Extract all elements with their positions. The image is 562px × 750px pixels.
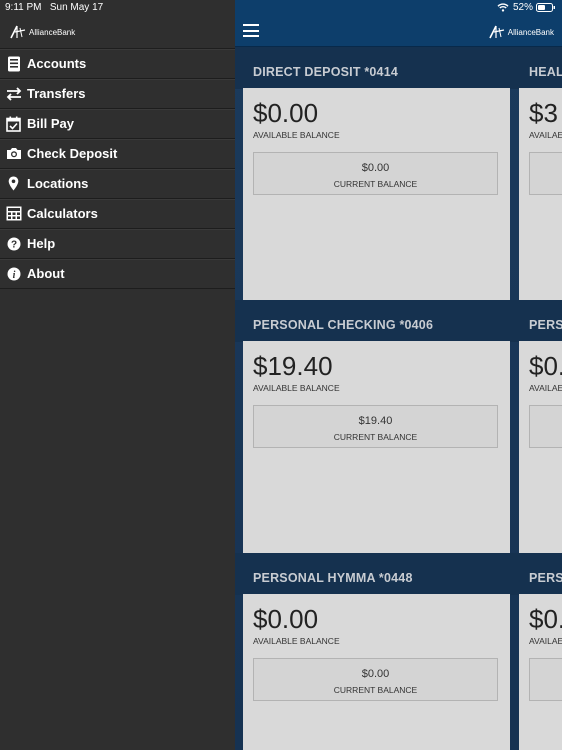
menu-item-transfers[interactable]: Transfers (0, 79, 235, 109)
help-icon: ? (0, 229, 27, 259)
calendar-icon (0, 109, 27, 139)
available-balance-amount: $0.00 (253, 98, 319, 128)
menu-item-calculators[interactable]: Calculators (0, 199, 235, 229)
hamburger-menu-button[interactable] (243, 24, 259, 37)
current-balance-box: $0.00 CURRENT BALANCE (253, 152, 498, 195)
app-screen: 9:11 PM Sun May 17 AllianceBank Accounts (0, 0, 562, 750)
available-balance-label: AVAILAE (529, 636, 562, 646)
menu-item-accounts[interactable]: Accounts (0, 49, 235, 79)
menu-label-calculators: Calculators (27, 206, 98, 221)
account-title-partial: HEAL (529, 65, 562, 79)
hamburger-line (243, 29, 259, 32)
account-card-partial[interactable]: $0. AVAILAE (519, 341, 562, 553)
current-balance-label: CURRENT BALANCE (333, 685, 418, 695)
menu-label-locations: Locations (27, 176, 89, 191)
status-time-date: 9:11 PM Sun May 17 (5, 2, 103, 13)
available-balance-label: AVAILAE (529, 130, 562, 140)
bank-logo-icon (10, 25, 26, 39)
main-panel: 52% AllianceBank DIRECT DEPOSIT *0414 HE… (235, 0, 562, 750)
account-card-partial[interactable]: $0. AVAILAE (519, 594, 562, 750)
svg-text:i: i (12, 270, 15, 281)
available-balance-label: AVAILABLE BALANCE (253, 130, 340, 140)
location-pin-icon (0, 169, 27, 199)
current-balance-box (529, 152, 562, 195)
drawer-logo: AllianceBank (10, 23, 75, 41)
menu-label-help: Help (27, 236, 56, 251)
drawer-menu: Accounts Transfers Bill Pay Check Deposi… (0, 48, 235, 289)
camera-icon (0, 139, 27, 169)
current-balance-amount: $0.00 (361, 162, 390, 174)
drawer-brand-name: AllianceBank (29, 27, 76, 37)
account-card-partial[interactable]: $3 AVAILAE (519, 88, 562, 300)
accounts-icon (0, 49, 27, 79)
available-balance-label: AVAILABLE BALANCE (253, 383, 340, 393)
menu-item-locations[interactable]: Locations (0, 169, 235, 199)
account-card[interactable]: $19.40 AVAILABLE BALANCE $19.40 CURRENT … (243, 341, 510, 553)
status-time: 9:11 PM (5, 2, 42, 13)
menu-label-accounts: Accounts (27, 56, 87, 71)
status-indicators: 52% (497, 2, 556, 13)
topbar-logo: AllianceBank (489, 23, 554, 41)
available-balance-label: AVAILABLE BALANCE (253, 636, 340, 646)
menu-label-transfers: Transfers (27, 86, 86, 101)
menu-item-help[interactable]: ? Help (0, 229, 235, 259)
calculator-icon (0, 199, 27, 229)
battery-icon (536, 3, 555, 12)
available-balance-amount: $0. (529, 604, 562, 634)
current-balance-label: CURRENT BALANCE (333, 179, 418, 189)
top-bar: 52% AllianceBank (235, 0, 562, 47)
current-balance-label: CURRENT BALANCE (333, 432, 418, 442)
hamburger-line (243, 35, 259, 37)
available-balance-amount: $3 (529, 98, 558, 128)
wifi-icon (497, 3, 509, 12)
info-icon: i (0, 259, 27, 289)
svg-text:?: ? (10, 239, 16, 250)
account-title: PERSONAL CHECKING *0406 (253, 318, 434, 332)
account-card[interactable]: $0.00 AVAILABLE BALANCE $0.00 CURRENT BA… (243, 594, 510, 750)
current-balance-box: $19.40 CURRENT BALANCE (253, 405, 498, 448)
menu-label-bill-pay: Bill Pay (27, 116, 74, 131)
account-card[interactable]: $0.00 AVAILABLE BALANCE $0.00 CURRENT BA… (243, 88, 510, 300)
current-balance-amount: $19.40 (358, 415, 393, 427)
status-date: Sun May 17 (49, 2, 104, 13)
available-balance-amount: $0.00 (253, 604, 319, 634)
menu-label-check-deposit: Check Deposit (27, 146, 118, 161)
hamburger-line (243, 24, 259, 26)
account-cards-area: DIRECT DEPOSIT *0414 HEAL $0.00 AVAILABL… (235, 47, 562, 750)
available-balance-label: AVAILAE (529, 383, 562, 393)
account-title-partial: PERS (529, 318, 562, 332)
current-balance-box: $0.00 CURRENT BALANCE (253, 658, 498, 701)
account-title: DIRECT DEPOSIT *0414 (253, 65, 399, 79)
available-balance-amount: $19.40 (253, 351, 333, 381)
account-title-partial: PERS (529, 571, 562, 585)
menu-item-check-deposit[interactable]: Check Deposit (0, 139, 235, 169)
account-title: PERSONAL HYMMA *0448 (253, 571, 413, 585)
menu-item-bill-pay[interactable]: Bill Pay (0, 109, 235, 139)
current-balance-amount: $0.00 (361, 668, 390, 680)
navigation-drawer: 9:11 PM Sun May 17 AllianceBank Accounts (0, 0, 235, 750)
topbar-brand-name: AllianceBank (507, 27, 554, 37)
battery-percent: 52% (512, 2, 533, 13)
transfers-icon (0, 79, 27, 109)
available-balance-amount: $0. (529, 351, 562, 381)
menu-label-about: About (27, 266, 65, 281)
bank-logo-icon (489, 25, 504, 39)
menu-item-about[interactable]: i About (0, 259, 235, 289)
current-balance-box (529, 405, 562, 448)
current-balance-box (529, 658, 562, 701)
